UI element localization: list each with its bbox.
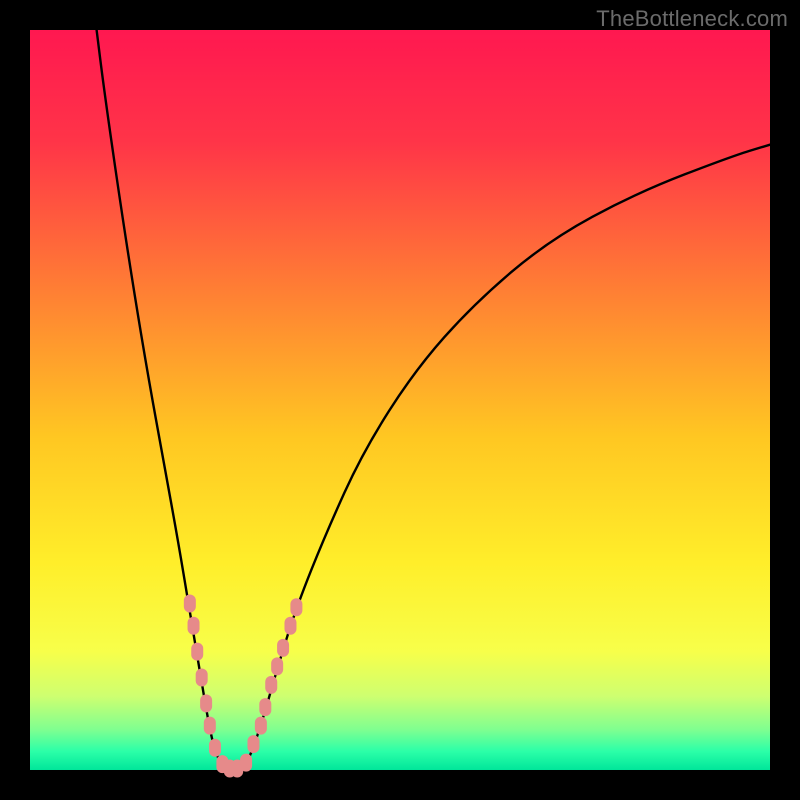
highlight-marker [277, 639, 289, 657]
chart-container: TheBottleneck.com [0, 0, 800, 800]
highlight-marker [284, 617, 296, 635]
highlight-marker [188, 617, 200, 635]
highlight-marker [259, 698, 271, 716]
highlight-marker [240, 754, 252, 772]
highlight-marker [255, 717, 267, 735]
highlight-marker [204, 717, 216, 735]
highlight-marker [265, 676, 277, 694]
highlight-marker [200, 694, 212, 712]
highlight-marker [209, 739, 221, 757]
highlight-marker [247, 735, 259, 753]
highlight-marker [191, 643, 203, 661]
highlight-marker [290, 598, 302, 616]
chart-svg [0, 0, 800, 800]
highlight-marker [271, 657, 283, 675]
highlight-marker [184, 595, 196, 613]
plot-background [30, 30, 770, 770]
highlight-marker [196, 669, 208, 687]
